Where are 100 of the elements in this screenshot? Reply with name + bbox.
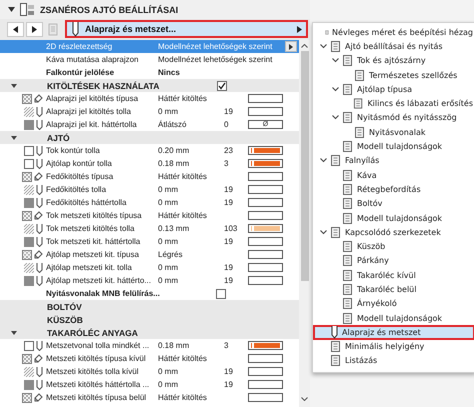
document-icon [342,270,354,281]
menu-item[interactable]: Rétegbefordítás [313,182,474,197]
menu-item[interactable]: Listázás [313,354,474,368]
section-header[interactable]: AJTÓ [0,131,299,144]
menu-item[interactable]: Küszöb [313,239,474,254]
solid-fill-icon [24,236,34,246]
pen-swatch[interactable] [248,224,283,233]
section-title: AJTÓ [47,132,71,142]
pen-swatch[interactable] [248,146,283,155]
menu-item[interactable]: Árnyékoló [313,296,474,311]
section-header[interactable]: BOLTÓV [0,300,299,313]
pen-swatch[interactable] [248,107,283,116]
menu-item[interactable]: Nyitásmód és nyitásszög [313,110,474,126]
checkbox[interactable] [217,80,227,90]
document-icon [342,198,354,210]
stripes-fill-icon [24,106,34,116]
section-header[interactable]: TAKARÓLÉC ANYAGA [0,326,299,339]
pen-swatch[interactable] [248,341,283,350]
pen-number: 19 [224,276,233,285]
page-select-dropdown[interactable]: Alaprajz és metszet... [65,20,308,38]
scroll-down-icon[interactable] [301,397,308,401]
pen-swatch[interactable] [248,159,283,168]
pen-swatch[interactable] [248,250,283,259]
property-label: Alaprajzi jel kitöltés tolla [46,107,132,116]
collapse-caret-icon[interactable] [11,84,17,88]
menu-item[interactable]: Kilincs és lábazati erősítés [313,96,474,111]
next-button[interactable] [26,22,43,36]
menu-item[interactable]: Kapcsolódó szerkezetek [313,225,474,240]
menu-item[interactable]: Párkány [313,254,474,268]
pen-swatch[interactable] [248,237,283,246]
property-label: Metszeti kitöltés típusa kívül [46,354,147,363]
pen-swatch[interactable] [248,276,283,285]
pen-swatch[interactable] [248,211,283,220]
menu-item[interactable]: Minimális helyigény [313,340,474,354]
menu-item[interactable]: Falnyílás [313,154,474,168]
menu-item[interactable]: Modell tulajdonságok [313,310,474,326]
menu-item[interactable]: Takaróléc kívül [313,268,474,282]
menu-item[interactable]: Névleges méret és beépítési hézag [313,25,474,40]
pen-swatch[interactable] [248,185,283,194]
collapse-caret-icon[interactable] [11,136,17,140]
chevron-down-icon[interactable] [332,58,338,64]
property-value: 0.13 mm [158,224,190,233]
chevron-down-icon[interactable] [320,44,326,49]
pen-swatch[interactable] [248,94,283,103]
property-label: Ajtólap metszeti kit. tolla [46,263,133,272]
scrollbar-thumb[interactable] [300,51,308,281]
pen-swatch[interactable] [248,380,283,389]
solid-fill-icon [24,198,34,208]
menu-item[interactable]: Alaprajz és metszet [313,325,474,340]
document-icon [342,170,354,181]
chevron-down-icon[interactable] [332,86,338,92]
property-label: Ajtólap kontúr tolla [46,159,113,168]
document-icon [330,341,342,352]
pen-icon [330,326,339,339]
document-icon [330,226,342,238]
submenu-arrow-button[interactable] [285,41,297,52]
property-label: Alaprajzi jel kit. háttértolla [46,120,138,129]
property-label: Fedőkitöltés háttértolla [46,198,128,207]
property-value: Háttér kitöltés [158,211,208,220]
menu-item[interactable]: Tok és ajtószárny [313,54,474,68]
property-label: Falkontúr jelölése [46,68,116,77]
menu-item[interactable]: Nyitásvonalak [313,125,474,140]
property-label: Ajtólap metszeti kit. háttérto... [46,276,152,285]
pen-swatch[interactable] [248,198,283,207]
pen-icon [71,22,80,36]
document-icon [342,312,354,324]
property-label: Káva mutatása alaprajzon [46,55,140,64]
chevron-down-icon[interactable] [332,115,338,120]
property-value: Modellnézet lehetőségek szerint [158,55,274,64]
document-icon [353,98,364,110]
menu-item[interactable]: Természetes szellőzés [313,68,474,82]
chevron-down-icon[interactable] [320,158,326,164]
menu-item[interactable]: Ajtó beállításai és nyitás [313,39,474,54]
scroll-up-icon[interactable] [301,44,308,48]
menu-item[interactable]: Ajtólap típusa [313,82,474,96]
checkbox[interactable] [216,288,226,298]
property-value: 0.18 mm [158,341,190,350]
chevron-down-icon[interactable] [320,230,326,235]
property-value: Háttér kitöltés [158,354,208,363]
pen-swatch[interactable] [248,172,283,181]
property-value: Háttér kitöltés [158,94,208,103]
collapse-caret-icon[interactable] [11,330,17,334]
menu-item[interactable]: Modell tulajdonságok [313,210,474,226]
section-header[interactable]: KÜSZÖB [0,313,299,326]
document-icon [330,355,342,366]
property-value: 0 mm [158,185,179,194]
menu-item[interactable]: Boltóv [313,196,474,211]
menu-item[interactable]: Káva [313,168,474,182]
property-label: Metszeti kitöltés háttértolla ... [46,380,150,389]
property-value: 0 mm [158,276,179,285]
menu-item[interactable]: Modell tulajdonságok [313,139,474,154]
pen-swatch[interactable] [248,393,283,402]
section-header[interactable]: KITÖLTÉSEK HASZNÁLATA [0,79,299,92]
pen-swatch[interactable] [248,367,283,376]
property-value: 0 mm [158,367,179,376]
pen-swatch[interactable] [248,354,283,363]
menu-item[interactable]: Takaróléc belül [313,282,474,297]
previous-button[interactable] [7,22,24,36]
pen-swatch[interactable] [248,263,283,272]
collapse-caret-icon[interactable] [8,7,15,12]
